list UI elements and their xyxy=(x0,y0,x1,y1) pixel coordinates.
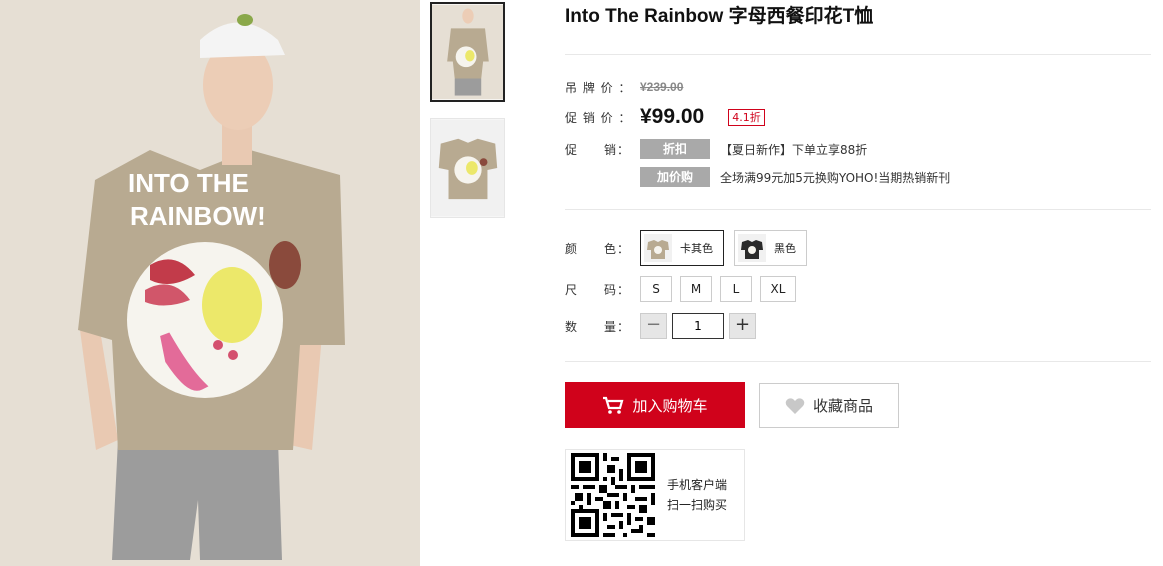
product-title: Into The Rainbow 字母西餐印花T恤 xyxy=(565,6,874,27)
size-option-m[interactable]: M xyxy=(680,276,712,302)
product-info: Into The Rainbow 字母西餐印花T恤 吊 牌 价 ： ¥239.0… xyxy=(565,0,1151,541)
thumbnail-model[interactable] xyxy=(430,2,505,102)
add-to-cart-button[interactable]: 加入购物车 xyxy=(565,382,745,428)
color-label: 颜 色： xyxy=(565,241,631,256)
promo-tag-discount: 折扣 xyxy=(640,139,710,159)
cart-icon xyxy=(603,396,624,414)
promo-text-addon[interactable]: 全场满99元加5元换购YOHO!当期热销新刊 xyxy=(720,169,950,186)
tag-price: ¥239.00 xyxy=(640,80,684,94)
discount-badge: 4.1折 xyxy=(728,108,765,126)
promo-tag-addon: 加价购 xyxy=(640,167,710,187)
color-option-label: 黑色 xyxy=(774,242,796,255)
sale-price-label: 促 销 价 ： xyxy=(565,110,632,125)
color-option-khaki[interactable]: 卡其色 xyxy=(640,230,724,266)
size-option-xl[interactable]: XL xyxy=(760,276,796,302)
divider xyxy=(565,361,1151,362)
quantity-label: 数 量： xyxy=(565,319,631,334)
qr-code-icon xyxy=(571,453,655,537)
thumbnail-list xyxy=(430,2,505,234)
color-swatch-image xyxy=(644,234,672,262)
qr-line-1: 手机客户端 xyxy=(667,478,728,492)
color-swatch-image xyxy=(738,234,766,262)
mobile-qr-box: 手机客户端 扫一扫购买 xyxy=(565,449,745,541)
quantity-input[interactable] xyxy=(672,313,724,339)
quantity-decrease-button[interactable]: − xyxy=(640,313,667,339)
size-label: 尺 码： xyxy=(565,282,631,297)
main-product-image: INTO THE RAINBOW! xyxy=(0,0,420,566)
quantity-increase-button[interactable]: + xyxy=(729,313,756,339)
divider xyxy=(565,209,1151,210)
size-option-s[interactable]: S xyxy=(640,276,672,302)
shirt-print-line1: INTO THE xyxy=(128,168,249,198)
favorite-label: 收藏商品 xyxy=(812,397,873,415)
color-option-black[interactable]: 黑色 xyxy=(734,230,807,266)
heart-icon xyxy=(785,397,805,414)
qr-line-2: 扫一扫购买 xyxy=(667,498,728,512)
size-option-l[interactable]: L xyxy=(720,276,752,302)
promo-text-discount: 【夏日新作】下单立享88折 xyxy=(720,142,868,157)
thumbnail-flat[interactable] xyxy=(430,118,505,218)
sale-price: ¥99.00 xyxy=(640,105,705,128)
shirt-print-line2: RAINBOW! xyxy=(130,201,266,231)
promo-label: 促 销： xyxy=(565,142,631,157)
add-to-cart-label: 加入购物车 xyxy=(632,396,708,415)
tag-price-label: 吊 牌 价 ： xyxy=(565,80,632,95)
favorite-button[interactable]: 收藏商品 xyxy=(759,383,899,428)
color-option-label: 卡其色 xyxy=(680,242,713,255)
divider xyxy=(565,54,1151,55)
